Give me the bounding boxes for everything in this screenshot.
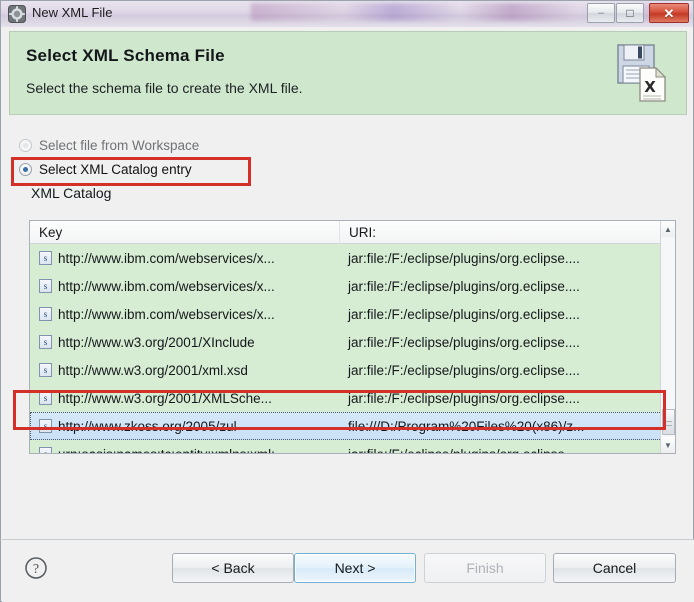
scroll-up-arrow-icon[interactable]: ▲ [661, 221, 675, 237]
table-row[interactable]: s http://www.ibm.com/webservices/x... jar:… [30, 300, 662, 328]
schema-entry-icon: s [39, 447, 52, 453]
dialog-footer: ? < Back Next > Finish Cancel [2, 540, 694, 602]
new-xml-file-dialog: New XML File – □ ✕ Select XML Schema Fil… [0, 0, 694, 602]
window-title: New XML File [32, 5, 113, 20]
column-header-key[interactable]: Key [30, 221, 340, 244]
cell-key: s urn:oasis:names:tc:entity:xmlns:xml:... [30, 446, 340, 454]
minimize-button[interactable]: – [587, 3, 615, 23]
cancel-button[interactable]: Cancel [553, 553, 676, 583]
cell-key-text: http://www.w3.org/2001/XInclude [58, 334, 255, 350]
table-row[interactable]: s http://www.w3.org/2001/xml.xsd jar:file:… [30, 356, 662, 384]
cell-key: s http://www.ibm.com/webservices/x... [30, 279, 340, 294]
radio-label-workspace: Select file from Workspace [39, 137, 200, 153]
table-row[interactable]: s http://www.ibm.com/webservices/x... jar:… [30, 272, 662, 300]
cell-key: s http://www.w3.org/2001/XMLSche... [30, 391, 340, 406]
column-header-uri[interactable]: URI: [340, 221, 662, 244]
help-icon[interactable]: ? [24, 556, 48, 580]
radio-select-xml-catalog-entry[interactable]: Select XML Catalog entry [19, 159, 192, 179]
radio-indicator-workspace[interactable] [19, 138, 32, 152]
svg-text:?: ? [33, 562, 39, 577]
page-title: Select XML Schema File [26, 46, 225, 65]
cell-uri: file:///D:/Program%20Files%20(x86)/z... [348, 418, 585, 434]
xml-catalog-group-label: XML Catalog [31, 185, 112, 201]
page-description: Select the schema file to create the XML… [26, 80, 303, 96]
schema-entry-icon: s [39, 335, 52, 349]
cell-uri: jar:file:/F:/eclipse/plugins/org.eclipse… [348, 250, 580, 266]
scroll-down-arrow-icon[interactable]: ▼ [661, 437, 675, 453]
cell-key-text: http://www.zkoss.org/2005/zul [58, 418, 237, 434]
gear-icon [8, 5, 26, 23]
cell-uri: jar:file:/F:/eclipse/plugins/org.eclipse… [348, 446, 580, 454]
cell-key-text: http://www.w3.org/2001/xml.xsd [58, 362, 248, 378]
cell-uri: jar:file:/F:/eclipse/plugins/org.eclipse… [348, 278, 580, 294]
maximize-icon: □ [626, 6, 634, 20]
cell-key: s http://www.w3.org/2001/XInclude [30, 335, 340, 350]
minimize-icon: – [597, 6, 605, 19]
cell-key-text: http://www.ibm.com/webservices/x... [58, 250, 275, 266]
schema-entry-icon: s [39, 419, 52, 433]
scrollbar-thumb[interactable] [662, 409, 675, 435]
schema-entry-icon: s [39, 307, 52, 321]
cell-uri: jar:file:/F:/eclipse/plugins/org.eclipse… [348, 334, 580, 350]
cell-key: s http://www.ibm.com/webservices/x... [30, 307, 340, 322]
cell-key: s http://www.zkoss.org/2005/zul [30, 419, 340, 434]
maximize-button[interactable]: □ [616, 3, 644, 23]
radio-indicator-catalog[interactable] [19, 162, 32, 176]
table-header: Key URI: [30, 221, 675, 244]
schema-entry-icon: s [39, 279, 52, 293]
table-body: s http://www.ibm.com/webservices/x... jar:… [30, 244, 662, 453]
radio-label-catalog: Select XML Catalog entry [39, 161, 192, 177]
table-row[interactable]: s http://www.w3.org/2001/XInclude jar:file… [30, 328, 662, 356]
schema-entry-icon: s [39, 391, 52, 405]
cell-key: s http://www.ibm.com/webservices/x... [30, 251, 340, 266]
cell-key-text: urn:oasis:names:tc:entity:xmlns:xml:... [58, 446, 287, 454]
schema-entry-icon: s [39, 363, 52, 377]
dialog-content: Select file from Workspace Select XML Ca… [9, 121, 687, 537]
cell-key-text: http://www.w3.org/2001/XMLSche... [58, 390, 272, 406]
cell-uri: jar:file:/F:/eclipse/plugins/org.eclipse… [348, 390, 580, 406]
svg-text:X: X [644, 78, 656, 96]
finish-button: Finish [424, 553, 546, 583]
schema-entry-icon: s [39, 251, 52, 265]
xml-file-save-icon: X [617, 44, 667, 102]
close-icon: ✕ [663, 5, 675, 21]
xml-catalog-table[interactable]: Key URI: s http://www.ibm.com/webservices… [29, 220, 676, 454]
back-button[interactable]: < Back [172, 553, 294, 583]
cell-key-text: http://www.ibm.com/webservices/x... [58, 306, 275, 322]
cell-key-text: http://www.ibm.com/webservices/x... [58, 278, 275, 294]
radio-select-file-from-workspace[interactable]: Select file from Workspace [19, 135, 199, 155]
table-row[interactable]: s http://www.ibm.com/webservices/x... jar:… [30, 244, 662, 272]
table-row[interactable]: s http://www.w3.org/2001/XMLSche... jar:fi… [30, 384, 662, 412]
vertical-scrollbar[interactable]: ▲ ▼ [660, 221, 675, 453]
cell-key: s http://www.w3.org/2001/xml.xsd [30, 363, 340, 378]
close-button[interactable]: ✕ [649, 3, 689, 23]
cell-uri: jar:file:/F:/eclipse/plugins/org.eclipse… [348, 306, 580, 322]
next-button[interactable]: Next > [294, 553, 416, 583]
table-row[interactable]: s urn:oasis:names:tc:entity:xmlns:xml:...… [30, 440, 662, 454]
table-row[interactable]: s http://www.zkoss.org/2005/zul file:///D:… [30, 412, 662, 440]
cell-uri: jar:file:/F:/eclipse/plugins/org.eclipse… [348, 362, 580, 378]
wizard-banner: Select XML Schema File Select the schema… [9, 31, 687, 115]
title-bar: New XML File – □ ✕ [1, 1, 693, 27]
